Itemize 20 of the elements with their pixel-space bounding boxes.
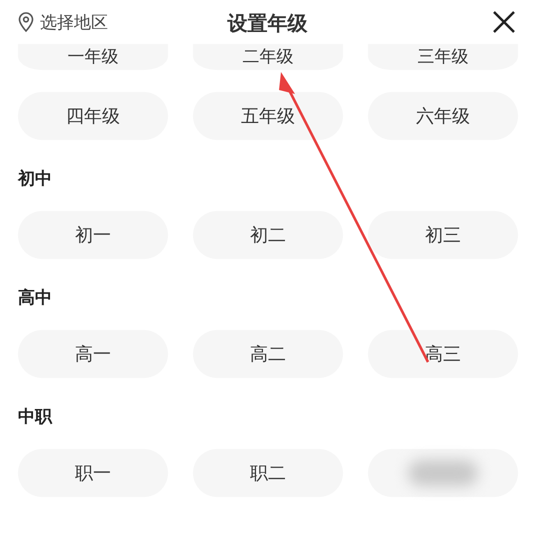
location-pin-icon xyxy=(18,12,34,32)
grade-option[interactable]: 初三 xyxy=(368,211,518,259)
grade-option[interactable]: 二年级 xyxy=(193,44,343,70)
section-heading: 初中 xyxy=(18,168,53,191)
grade-option[interactable]: 六年级 xyxy=(368,92,518,140)
grade-option[interactable]: 初一 xyxy=(18,211,168,259)
region-selector[interactable]: 选择地区 xyxy=(40,10,108,34)
page-title: 设置年级 xyxy=(228,11,308,35)
grade-option[interactable]: 职二 xyxy=(193,449,343,497)
grade-option[interactable]: 初二 xyxy=(193,211,343,259)
grade-option[interactable]: 高一 xyxy=(18,330,168,378)
grade-option[interactable]: 职一 xyxy=(18,449,168,497)
grade-option[interactable]: 三年级 xyxy=(368,44,518,70)
close-icon[interactable] xyxy=(491,9,517,35)
grade-option[interactable]: 高二 xyxy=(193,330,343,378)
grade-option[interactable]: 五年级 xyxy=(193,92,343,140)
grade-option[interactable]: 一年级 xyxy=(18,44,168,70)
section-heading: 高中 xyxy=(18,287,53,310)
grade-option[interactable]: 四年级 xyxy=(18,92,168,140)
section-heading: 中职 xyxy=(18,406,54,429)
